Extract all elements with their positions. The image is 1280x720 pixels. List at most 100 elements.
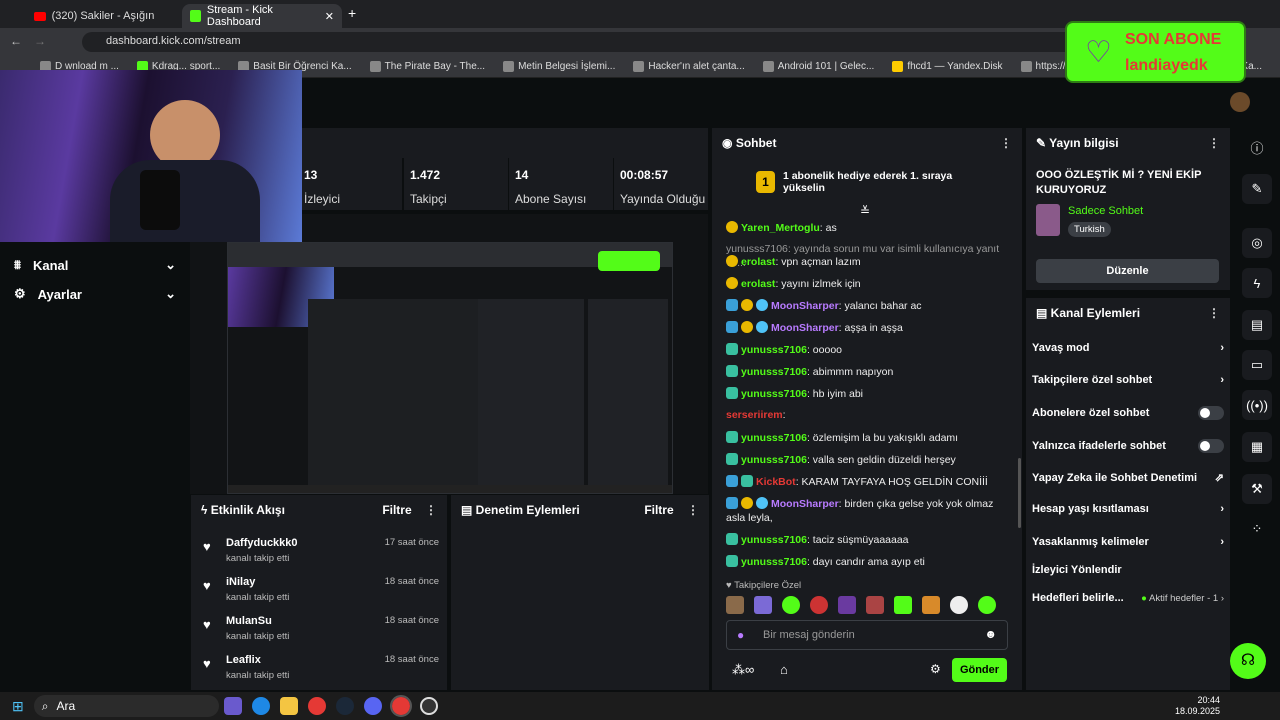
url-input[interactable]: dashboard.kick.com/stream xyxy=(82,32,1082,52)
scrollbar[interactable] xyxy=(1018,458,1021,528)
mic-icon[interactable]: ● xyxy=(737,628,744,642)
avatar[interactable] xyxy=(1230,92,1250,112)
filter-button[interactable]: Filtre xyxy=(644,503,673,517)
points-icon[interactable]: ⁂∞ xyxy=(732,662,754,678)
camera-icon[interactable]: ◎ xyxy=(1242,228,1272,258)
folder-icon[interactable] xyxy=(279,697,298,715)
copilot-icon[interactable] xyxy=(223,697,242,715)
emote[interactable] xyxy=(726,596,744,614)
chat-message[interactable]: erolast: vpn açman lazım xyxy=(726,255,1012,269)
lightning-icon[interactable]: ϟ xyxy=(1242,268,1272,298)
info-icon[interactable]: ⓘ xyxy=(1242,132,1272,162)
chat-message[interactable]: Yaren_Mertoglu: as xyxy=(726,221,1012,235)
chat-username[interactable]: Yaren_Mertoglu xyxy=(741,222,820,234)
emote[interactable] xyxy=(810,596,828,614)
forward-icon[interactable]: → xyxy=(34,34,46,48)
emote[interactable] xyxy=(922,596,940,614)
support-icon[interactable]: ☊ xyxy=(1230,643,1266,679)
nav-kanal[interactable]: ⩩ Kanal ⌄ xyxy=(0,251,190,279)
edit-icon[interactable]: ✎ xyxy=(1242,174,1272,204)
chat-message[interactable]: yunusss7106: ooooo xyxy=(726,343,1012,357)
chat-username[interactable]: MoonSharper xyxy=(771,322,839,334)
bookmark[interactable]: Android 101 | Gelec... xyxy=(762,61,874,72)
chat-username[interactable]: erolast xyxy=(741,256,775,268)
emote[interactable] xyxy=(782,596,800,614)
chat-message[interactable]: MoonSharper: yalancı bahar ac xyxy=(726,299,1012,313)
steam-icon[interactable] xyxy=(335,697,354,715)
gear-icon[interactable]: ⚙ xyxy=(930,662,941,676)
chat-input[interactable]: ● Bir mesaj gönderin ☻ xyxy=(726,620,1008,650)
clock[interactable]: 20:44 18.09.2025 xyxy=(1175,695,1220,717)
chat-username[interactable]: MoonSharper xyxy=(771,498,839,510)
event-user[interactable]: MulanSu xyxy=(226,615,272,627)
broadcast-icon[interactable]: ((•)) xyxy=(1242,390,1272,420)
action-banned-words[interactable]: Yasaklanmış kelimeler › xyxy=(1032,536,1224,548)
chat-message[interactable]: yunusss7106: taciz süşmüyaaaaaa xyxy=(726,533,1012,547)
more-icon[interactable]: ⋮ xyxy=(687,503,699,517)
send-button[interactable]: Gönder xyxy=(952,658,1007,682)
chat-message[interactable]: MoonSharper: aşşa in aşşa xyxy=(726,321,1012,335)
chat-username[interactable]: yunusss7106 xyxy=(741,454,807,466)
obs-icon[interactable] xyxy=(419,697,438,715)
store-icon[interactable]: ⌂ xyxy=(780,662,788,677)
nav-ayarlar[interactable]: ⚙ Ayarlar ⌄ xyxy=(0,280,190,308)
emote[interactable] xyxy=(866,596,884,614)
category-link[interactable]: Sadece Sohbet xyxy=(1068,205,1143,217)
chat-message[interactable]: serseriirem: xyxy=(726,408,1012,422)
chat-username[interactable]: MoonSharper xyxy=(771,300,839,312)
chat-username[interactable]: serseriirem xyxy=(726,409,783,421)
windows-start-icon[interactable]: ⊞ xyxy=(12,698,24,715)
emote[interactable] xyxy=(754,596,772,614)
chat-message[interactable]: MoonSharper: birden çıka gelse yok yok o… xyxy=(726,497,1012,525)
emote-only-toggle[interactable] xyxy=(1198,439,1224,453)
emote[interactable] xyxy=(950,596,968,614)
bookmark[interactable]: Metin Belgesi İşlemi... xyxy=(503,61,615,72)
action-emote-only[interactable]: Yalnızca ifadelerle sohbet xyxy=(1032,439,1224,453)
document-icon[interactable]: ▤ xyxy=(1242,310,1272,340)
new-tab-icon[interactable]: + xyxy=(348,5,356,21)
collapse-icon[interactable]: ≚ xyxy=(860,204,870,218)
emote[interactable] xyxy=(894,596,912,614)
more-icon[interactable]: ⋮ xyxy=(1208,136,1220,150)
more-icon[interactable]: ⋮ xyxy=(1208,306,1220,320)
chat-message[interactable]: yunusss7106: valla sen geldin düzeldi he… xyxy=(726,453,1012,467)
chat-message[interactable]: yunusss7106: hb iyim abi xyxy=(726,387,1012,401)
edit-button[interactable]: Düzenle xyxy=(1036,259,1219,283)
chat-username[interactable]: yunusss7106 xyxy=(741,344,807,356)
discord-icon[interactable] xyxy=(363,697,382,715)
chat-username[interactable]: erolast xyxy=(741,278,775,290)
taskbar-search[interactable]: ⌕ Ara xyxy=(33,695,219,717)
chat-message[interactable]: yunusss7106: özlemişim la bu yakışıklı a… xyxy=(726,431,1012,445)
event-user[interactable]: Leaflix xyxy=(226,654,261,666)
stream-preview[interactable] xyxy=(227,242,673,494)
subs-only-toggle[interactable] xyxy=(1198,406,1224,420)
more-icon[interactable]: ⋮ xyxy=(425,503,437,517)
action-goals[interactable]: Hedefleri belirle... ● Aktif hedefler - … xyxy=(1032,592,1224,604)
chat-username[interactable]: yunusss7106 xyxy=(741,534,807,546)
chat-message[interactable]: KickBot: KARAM TAYFAYA HOŞ GELDİN CONİİİ xyxy=(726,475,1012,489)
action-raid[interactable]: İzleyici Yönlendir xyxy=(1032,564,1224,576)
layout-icon[interactable]: ▦ xyxy=(1242,432,1272,462)
edge-icon[interactable] xyxy=(251,697,270,715)
chrome-active-icon[interactable] xyxy=(389,695,412,717)
chat-username[interactable]: yunusss7106 xyxy=(741,388,807,400)
event-user[interactable]: Daffyduckkk0 xyxy=(226,537,298,549)
event-user[interactable]: iNilay xyxy=(226,576,255,588)
chat-message[interactable]: erolast: yayını izlmek için xyxy=(726,277,1012,291)
filter-button[interactable]: Filtre xyxy=(382,503,411,517)
chat-message[interactable]: yunusss7106: dayı candır ama ayıp eti xyxy=(726,555,1012,569)
emote[interactable] xyxy=(838,596,856,614)
action-subs-only[interactable]: Abonelere özel sohbet xyxy=(1032,406,1224,420)
back-icon[interactable]: ← xyxy=(10,34,22,48)
chat-bubble-icon[interactable]: ▭ xyxy=(1242,350,1272,380)
chat-message[interactable]: yunusss7106: abimmm napıyon xyxy=(726,365,1012,379)
more-icon[interactable]: ⋮ xyxy=(1000,136,1012,150)
tab-youtube[interactable]: (320) Sakiler - Aşığın Kader xyxy=(26,4,166,28)
wrench-icon[interactable]: ⚒ xyxy=(1242,474,1272,504)
action-account-age[interactable]: Hesap yaşı kısıtlaması › xyxy=(1032,503,1224,515)
bookmark[interactable]: fhcd1 — Yandex.Disk xyxy=(892,61,1003,72)
action-ai-moderation[interactable]: Yapay Zeka ile Sohbet Denetimi ⇗ xyxy=(1032,471,1224,485)
chat-username[interactable]: KickBot xyxy=(756,476,796,488)
chrome-icon[interactable] xyxy=(307,697,326,715)
chat-username[interactable]: yunusss7106 xyxy=(741,366,807,378)
